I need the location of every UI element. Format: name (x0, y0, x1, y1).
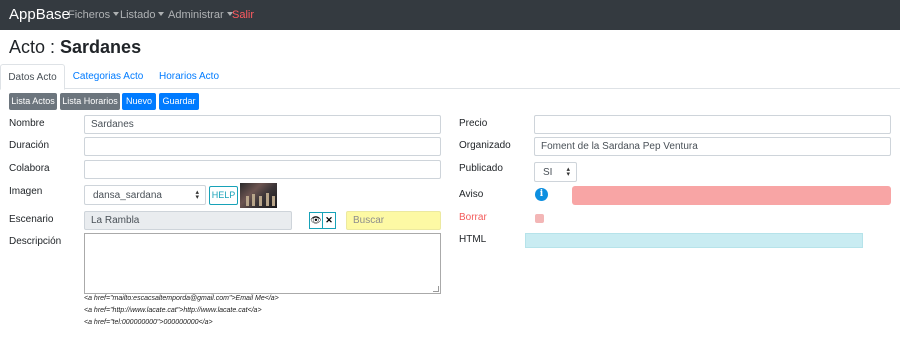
html-field[interactable] (525, 233, 863, 248)
duracion-field[interactable] (84, 137, 441, 156)
publicado-select[interactable]: SI ▴ ▾ (534, 162, 577, 182)
duracion-label: Duración (9, 140, 50, 151)
nav-ficheros[interactable]: Ficheros (68, 9, 120, 21)
caret-down-icon (158, 12, 165, 16)
tab-categorias-acto[interactable]: Categorias Acto (66, 64, 150, 89)
aviso-alert (572, 186, 891, 205)
brand-logo[interactable]: AppBase (9, 6, 70, 23)
descripcion-label: Descripción (9, 236, 62, 247)
organizado-field[interactable]: Foment de la Sardana Pep Ventura (534, 137, 891, 156)
publicado-label: Publicado (459, 163, 503, 174)
descripcion-textarea[interactable] (84, 233, 441, 294)
clear-x-icon[interactable]: ✕ (322, 212, 336, 229)
publicado-select-value: SI (543, 167, 553, 178)
tab-datos-acto[interactable]: Datos Acto (0, 64, 65, 90)
page-title: Acto : Sardanes (9, 37, 141, 58)
nav-administrar[interactable]: Administrar (168, 9, 233, 21)
precio-field[interactable] (534, 115, 891, 134)
lista-actos-button[interactable]: Lista Actos (9, 93, 57, 110)
escenario-label: Escenario (9, 214, 54, 225)
borrar-checkbox[interactable] (535, 214, 544, 223)
escenario-field: La Rambla (84, 211, 292, 230)
imagen-label: Imagen (9, 186, 43, 197)
page-title-name: Sardanes (60, 37, 142, 57)
precio-label: Precio (459, 118, 488, 129)
image-thumbnail[interactable] (240, 183, 277, 208)
tel-snippet: <a href="tel:000000000">000000000</a> (84, 319, 213, 326)
imagen-select-value: dansa_sardana (93, 190, 162, 201)
tab-horarios-acto[interactable]: Horarios Acto (152, 64, 226, 89)
info-icon[interactable]: i (535, 188, 548, 201)
select-arrows-icon: ▴ ▾ (195, 189, 199, 201)
organizado-label: Organizado (459, 140, 511, 151)
web-snippet: <a href="http://www.lacate.cat">http://w… (84, 307, 262, 314)
help-button[interactable]: HELP (209, 186, 238, 205)
borrar-label: Borrar (459, 212, 487, 223)
nav-listado-label: Listado (120, 9, 156, 21)
nav-administrar-label: Administrar (168, 9, 224, 21)
view-eye-icon[interactable]: 👁 (309, 212, 323, 229)
aviso-label: Aviso (459, 189, 484, 200)
tab-bar: Datos Acto Categorias Acto Horarios Acto (0, 64, 900, 90)
colabora-label: Colabora (9, 163, 50, 174)
nombre-field[interactable]: Sardanes (84, 115, 441, 134)
nav-listado[interactable]: Listado (120, 9, 165, 21)
select-arrows-icon: ▴ ▾ (566, 166, 570, 178)
nombre-label: Nombre (9, 118, 45, 129)
nav-salir[interactable]: Salir (232, 9, 254, 21)
html-label: HTML (459, 234, 487, 245)
nav-ficheros-label: Ficheros (68, 9, 111, 21)
resize-grip-icon[interactable] (433, 286, 439, 292)
page-title-prefix: Acto : (9, 37, 61, 57)
imagen-select[interactable]: dansa_sardana ▴ ▾ (84, 185, 206, 205)
top-navbar: AppBase Ficheros Listado Administrar Sal… (0, 0, 900, 30)
colabora-field[interactable] (84, 160, 441, 179)
caret-down-icon (113, 12, 120, 16)
nuevo-button[interactable]: Nuevo (122, 93, 156, 110)
lista-horarios-button[interactable]: Lista Horarios (60, 93, 120, 110)
email-snippet: <a href="mailto:escacsaltemporda@gmail.c… (84, 295, 279, 302)
buscar-field[interactable]: Buscar (346, 211, 441, 230)
guardar-button[interactable]: Guardar (159, 93, 199, 110)
